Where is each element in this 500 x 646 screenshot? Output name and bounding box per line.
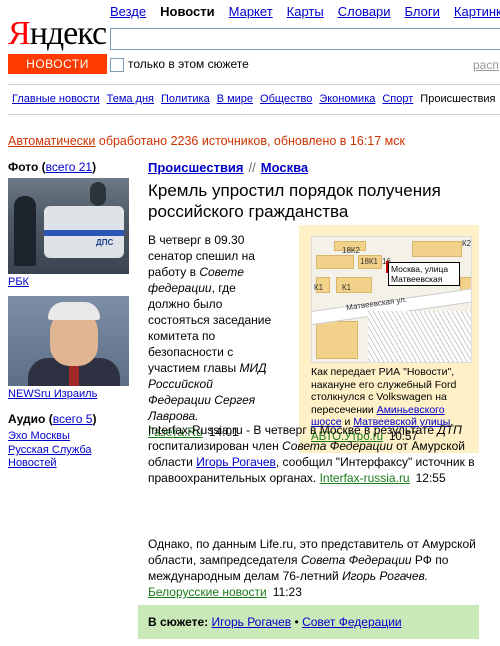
divider — [8, 114, 500, 115]
rogachev-link[interactable]: Игорь Рогачев — [196, 455, 276, 469]
street-map[interactable]: 18К2 18К1 16 К2 К1 К1 Матвеевская ул. Мо… — [311, 236, 472, 363]
update-info: Автоматически обработано 2236 источников… — [8, 134, 405, 148]
photos-all-link[interactable]: всего 21 — [46, 160, 92, 174]
divider — [8, 84, 500, 85]
story-snippet-2: Interfax-Russia.ru - В четверг в Москве … — [148, 422, 478, 486]
map-label: 18К1 — [360, 257, 379, 266]
photo-plate-text: ДПС — [96, 238, 114, 247]
map-label: К1 — [314, 283, 324, 292]
logo-first-letter: Я — [8, 15, 31, 52]
photo-police-car[interactable]: ДПС — [8, 178, 129, 274]
photo-senator-portrait[interactable] — [8, 296, 129, 386]
photos-heading: Фото (всего 21) — [8, 160, 97, 174]
yandex-logo[interactable]: Яндекс — [8, 14, 107, 54]
map-label: К2 — [462, 239, 472, 248]
topnav-market[interactable]: Маркет — [229, 4, 273, 19]
map-caption: Как передает РИА "Новости", накануне его… — [311, 366, 471, 429]
source-link[interactable]: Белорусские новости — [148, 585, 267, 599]
snippet-text: госпитализирован член — [148, 439, 283, 453]
in-story-bar: В сюжете: Игорь Рогачев • Совет Федераци… — [138, 605, 479, 639]
topnav-images[interactable]: Картинки — [454, 4, 500, 19]
topnav-everywhere[interactable]: Везде — [110, 4, 146, 19]
snippet-entity: Совета Федерации — [282, 439, 393, 453]
cat-sport[interactable]: Спорт — [382, 93, 413, 105]
advanced-search-link[interactable]: расп — [473, 58, 499, 72]
topnav-blogs[interactable]: Блоги — [405, 4, 440, 19]
audio-heading: Аудио (всего 5) — [8, 412, 97, 426]
in-story-separator: • — [294, 615, 299, 629]
map-label: 18К2 — [342, 246, 361, 255]
cat-topic-of-day[interactable]: Тема дня — [107, 93, 154, 105]
news-service-button[interactable]: НОВОСТИ — [8, 54, 107, 74]
topnav-dictionaries[interactable]: Словари — [338, 4, 391, 19]
update-text: обработано 2236 источников, обновлено в … — [95, 134, 405, 148]
in-story-item-rogachev[interactable]: Игорь Рогачев — [212, 615, 292, 629]
in-story-label: В сюжете: — [148, 615, 209, 629]
cat-economy[interactable]: Экономика — [319, 93, 375, 105]
cat-politics[interactable]: Политика — [161, 93, 210, 105]
snippet-entity: Игорь Рогачев. — [342, 569, 429, 583]
logo-rest: ндекс — [29, 15, 107, 52]
only-story-label[interactable]: только в этом сюжете — [128, 57, 249, 71]
map-label: К1 — [342, 283, 352, 292]
photo2-source-link[interactable]: NEWSru Израиль — [8, 388, 97, 400]
cat-incidents: Происшествия — [420, 93, 496, 105]
map-tooltip: Москва, улица Матвеевская — [388, 262, 460, 286]
snippet-text: Interfax-Russia.ru - В четверг в Москве … — [148, 423, 438, 437]
photos-title: Фото — [8, 160, 39, 174]
story-snippet-3: Однако, по данным Life.ru, это представи… — [148, 536, 478, 600]
source-time: 12:55 — [415, 471, 446, 485]
top-nav: Везде Новости Маркет Карты Словари Блоги Карти… — [110, 4, 500, 19]
source-link[interactable]: Interfax-russia.ru — [320, 471, 410, 485]
cat-world[interactable]: В мире — [217, 93, 253, 105]
photo1-source-link[interactable]: РБК — [8, 276, 29, 288]
category-nav: Главные новости Тема дня Политика В мире Общ… — [12, 93, 500, 105]
story-headline: Кремль упростил порядок получения россий… — [148, 181, 441, 221]
audio-title: Аудио — [8, 412, 46, 426]
cat-main-news[interactable]: Главные новости — [12, 93, 100, 105]
auto-link[interactable]: Автоматически — [8, 134, 95, 148]
only-story-checkbox[interactable] — [110, 58, 124, 72]
audio-item-rsn[interactable]: Русская Служба Новостей — [8, 444, 118, 470]
breadcrumb-region[interactable]: Москва — [261, 160, 308, 175]
audio-item-echo[interactable]: Эхо Москвы — [8, 430, 70, 442]
source-time: 11:23 — [272, 585, 302, 599]
breadcrumb-separator: // — [248, 160, 256, 175]
in-story-item-federation-council[interactable]: Совет Федерации — [302, 615, 402, 629]
breadcrumb: Происшествия // Москва — [148, 160, 308, 175]
cat-society[interactable]: Общество — [260, 93, 312, 105]
story-snippet-1: В четверг в 09.30 сенатор спешил на рабо… — [148, 232, 276, 440]
audio-all-link[interactable]: всего 5 — [53, 412, 93, 426]
snippet-entity: Совета Федерации — [300, 553, 412, 567]
topnav-maps[interactable]: Карты — [287, 4, 324, 19]
breadcrumb-section[interactable]: Происшествия — [148, 160, 244, 175]
search-input[interactable] — [110, 28, 500, 50]
topnav-news: Новости — [160, 4, 215, 19]
snippet-entity: ДТП — [437, 423, 462, 437]
